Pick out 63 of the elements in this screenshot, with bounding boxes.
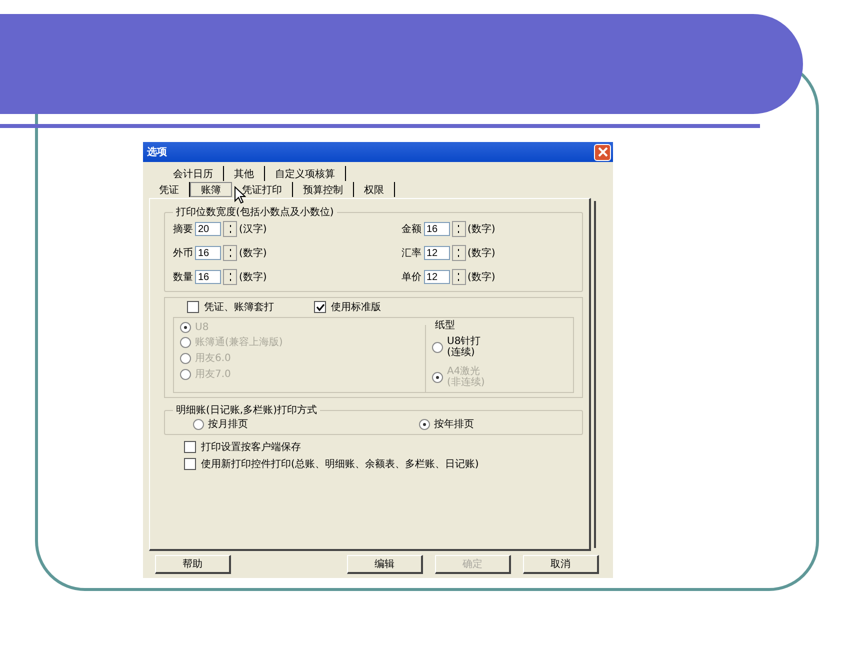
tab[interactable]: 账簿 <box>190 182 232 197</box>
radio-button[interactable] <box>193 418 204 430</box>
spin-button[interactable] <box>223 221 237 237</box>
number-field[interactable]: 12 <box>424 270 450 284</box>
radio-label: (连续) <box>447 347 476 358</box>
field-label: 数量 <box>173 271 193 284</box>
dialog-button[interactable]: 取消 <box>523 555 599 574</box>
field-label: 汇率 <box>402 246 422 260</box>
group-title: 明细账(日记账,多栏账)打印方式 <box>175 404 318 417</box>
radio-label: 用友7.0 <box>195 368 231 381</box>
checkbox-label: 使用新打印控件打印(总账、明细账、余额表、多栏账、日记账) <box>201 458 479 471</box>
spin-button[interactable] <box>452 245 466 261</box>
number-field[interactable]: 20 <box>195 222 221 236</box>
window-title: 选项 <box>147 146 167 159</box>
close-button[interactable] <box>594 144 611 160</box>
tab[interactable]: 会计日历 <box>163 166 224 181</box>
dialog-button[interactable]: 编辑 <box>347 555 423 574</box>
tab[interactable]: 其他 <box>224 166 265 181</box>
field-label: 单价 <box>402 270 422 284</box>
checkbox-label: 使用标准版 <box>331 300 381 314</box>
radio-label: A4激光 <box>447 366 480 377</box>
number-field[interactable]: 16 <box>195 270 221 284</box>
radio-label: 按年排页 <box>434 418 474 431</box>
unit-label: (数字) <box>468 222 496 236</box>
number-field[interactable]: 16 <box>195 246 221 260</box>
checkbox[interactable] <box>314 301 326 313</box>
tab[interactable]: 权限 <box>354 182 395 197</box>
radio-label: (非连续) <box>447 377 485 388</box>
dialog-button[interactable]: 帮助 <box>155 555 231 574</box>
unit-label: (数字) <box>239 270 267 284</box>
field-label: 外币 <box>173 246 193 260</box>
number-field[interactable]: 12 <box>424 246 450 260</box>
spin-button[interactable] <box>452 269 466 285</box>
unit-label: (数字) <box>468 246 496 260</box>
unit-label: (数字) <box>239 246 267 260</box>
radio-label: 按月排页 <box>208 418 248 431</box>
unit-label: (数字) <box>468 270 496 284</box>
field-label: 摘要 <box>173 222 193 236</box>
checkbox[interactable] <box>184 441 196 453</box>
unit-label: (汉字) <box>239 222 267 236</box>
radio-label: 用友6.0 <box>195 352 231 365</box>
spin-button[interactable] <box>223 245 237 261</box>
spin-arrows-icon <box>455 247 462 259</box>
radio-button[interactable] <box>419 418 430 430</box>
radio-label: U8 <box>195 322 209 333</box>
spin-button[interactable] <box>223 269 237 285</box>
radio-button[interactable] <box>432 342 443 352</box>
tab[interactable]: 自定义项核算 <box>265 166 346 181</box>
checkbox[interactable] <box>184 458 196 470</box>
checkbox[interactable] <box>187 301 199 313</box>
tab[interactable]: 预算控制 <box>293 182 354 197</box>
close-icon <box>598 147 608 157</box>
spin-button[interactable] <box>452 221 466 237</box>
field-label: 金额 <box>402 222 422 236</box>
radio-label: U8针打 <box>447 336 481 347</box>
checkbox-label: 凭证、账簿套打 <box>204 300 274 314</box>
number-field[interactable]: 16 <box>424 222 450 236</box>
spin-arrows-icon <box>455 223 462 235</box>
group-title: 打印位数宽度(包括小数点及小数位) <box>175 206 335 219</box>
radio-label: 账簿通(兼容上海版) <box>195 336 283 349</box>
spin-arrows-icon <box>455 271 462 283</box>
checkbox-label: 打印设置按客户端保存 <box>201 440 301 454</box>
group-title: 纸型 <box>434 318 456 332</box>
